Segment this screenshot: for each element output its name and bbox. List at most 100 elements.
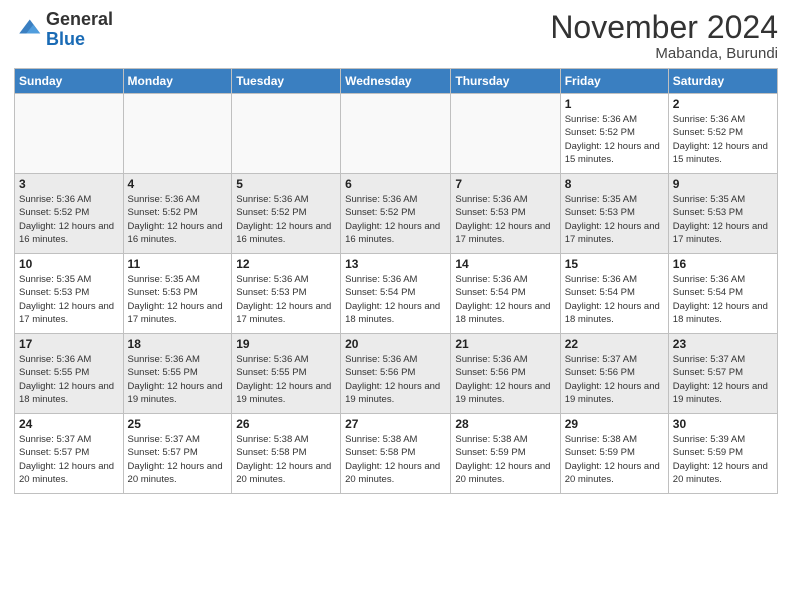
day-info: Sunrise: 5:36 AMSunset: 5:52 PMDaylight:… bbox=[128, 193, 228, 246]
day-number: 8 bbox=[565, 177, 664, 191]
day-number: 30 bbox=[673, 417, 773, 431]
day-info: Sunrise: 5:37 AMSunset: 5:57 PMDaylight:… bbox=[128, 433, 228, 486]
day-info: Sunrise: 5:36 AMSunset: 5:52 PMDaylight:… bbox=[673, 113, 773, 166]
logo-general-text: General bbox=[46, 9, 113, 29]
day-number: 20 bbox=[345, 337, 446, 351]
title-block: November 2024 Mabanda, Burundi bbox=[550, 10, 778, 62]
day-info: Sunrise: 5:36 AMSunset: 5:52 PMDaylight:… bbox=[565, 113, 664, 166]
calendar-cell: 30 Sunrise: 5:39 AMSunset: 5:59 PMDayligh… bbox=[668, 414, 777, 494]
calendar-cell bbox=[232, 94, 341, 174]
day-number: 17 bbox=[19, 337, 119, 351]
day-number: 18 bbox=[128, 337, 228, 351]
calendar-cell: 8 Sunrise: 5:35 AMSunset: 5:53 PMDaylight… bbox=[560, 174, 668, 254]
day-number: 15 bbox=[565, 257, 664, 271]
week-row-2: 3 Sunrise: 5:36 AMSunset: 5:52 PMDaylight… bbox=[15, 174, 778, 254]
day-info: Sunrise: 5:36 AMSunset: 5:54 PMDaylight:… bbox=[455, 273, 555, 326]
calendar-cell: 20 Sunrise: 5:36 AMSunset: 5:56 PMDayligh… bbox=[341, 334, 451, 414]
logo-blue-text: Blue bbox=[46, 29, 85, 49]
day-number: 28 bbox=[455, 417, 555, 431]
calendar-cell: 5 Sunrise: 5:36 AMSunset: 5:52 PMDaylight… bbox=[232, 174, 341, 254]
day-info: Sunrise: 5:36 AMSunset: 5:56 PMDaylight:… bbox=[455, 353, 555, 406]
calendar-cell bbox=[341, 94, 451, 174]
calendar-cell: 21 Sunrise: 5:36 AMSunset: 5:56 PMDayligh… bbox=[451, 334, 560, 414]
calendar-cell bbox=[451, 94, 560, 174]
day-info: Sunrise: 5:39 AMSunset: 5:59 PMDaylight:… bbox=[673, 433, 773, 486]
day-number: 5 bbox=[236, 177, 336, 191]
day-info: Sunrise: 5:38 AMSunset: 5:59 PMDaylight:… bbox=[565, 433, 664, 486]
calendar-table: SundayMondayTuesdayWednesdayThursdayFrid… bbox=[14, 68, 778, 494]
calendar-cell: 9Sunrise: 5:35 AMSunset: 5:53 PMDaylight… bbox=[668, 174, 777, 254]
calendar-cell: 29Sunrise: 5:38 AMSunset: 5:59 PMDayligh… bbox=[560, 414, 668, 494]
day-number: 16 bbox=[673, 257, 773, 271]
day-number: 21 bbox=[455, 337, 555, 351]
day-number: 1 bbox=[565, 97, 664, 111]
week-row-1: 1 Sunrise: 5:36 AMSunset: 5:52 PMDaylight… bbox=[15, 94, 778, 174]
calendar-cell: 26Sunrise: 5:38 AMSunset: 5:58 PMDayligh… bbox=[232, 414, 341, 494]
weekday-header-monday: Monday bbox=[123, 69, 232, 94]
day-number: 23 bbox=[673, 337, 773, 351]
day-info: Sunrise: 5:38 AMSunset: 5:59 PMDaylight:… bbox=[455, 433, 555, 486]
day-info: Sunrise: 5:35 AMSunset: 5:53 PMDaylight:… bbox=[19, 273, 119, 326]
day-number: 7 bbox=[455, 177, 555, 191]
day-info: Sunrise: 5:37 AMSunset: 5:57 PMDaylight:… bbox=[673, 353, 773, 406]
calendar-cell: 6Sunrise: 5:36 AMSunset: 5:52 PMDaylight… bbox=[341, 174, 451, 254]
day-info: Sunrise: 5:38 AMSunset: 5:58 PMDaylight:… bbox=[345, 433, 446, 486]
day-number: 27 bbox=[345, 417, 446, 431]
day-number: 6 bbox=[345, 177, 446, 191]
calendar-cell: 15 Sunrise: 5:36 AMSunset: 5:54 PMDayligh… bbox=[560, 254, 668, 334]
day-info: Sunrise: 5:36 AMSunset: 5:52 PMDaylight:… bbox=[19, 193, 119, 246]
day-number: 13 bbox=[345, 257, 446, 271]
day-info: Sunrise: 5:36 AMSunset: 5:55 PMDaylight:… bbox=[19, 353, 119, 406]
calendar-cell: 1 Sunrise: 5:36 AMSunset: 5:52 PMDaylight… bbox=[560, 94, 668, 174]
location-subtitle: Mabanda, Burundi bbox=[550, 45, 778, 62]
day-number: 24 bbox=[19, 417, 119, 431]
calendar-cell: 19Sunrise: 5:36 AMSunset: 5:55 PMDayligh… bbox=[232, 334, 341, 414]
day-number: 14 bbox=[455, 257, 555, 271]
day-number: 12 bbox=[236, 257, 336, 271]
day-number: 3 bbox=[19, 177, 119, 191]
day-info: Sunrise: 5:36 AMSunset: 5:56 PMDaylight:… bbox=[345, 353, 446, 406]
calendar-cell: 25 Sunrise: 5:37 AMSunset: 5:57 PMDayligh… bbox=[123, 414, 232, 494]
day-number: 22 bbox=[565, 337, 664, 351]
weekday-header-thursday: Thursday bbox=[451, 69, 560, 94]
logo: General Blue bbox=[14, 10, 113, 50]
calendar-cell: 13 Sunrise: 5:36 AMSunset: 5:54 PMDayligh… bbox=[341, 254, 451, 334]
weekday-header-row: SundayMondayTuesdayWednesdayThursdayFrid… bbox=[15, 69, 778, 94]
calendar-cell bbox=[15, 94, 124, 174]
week-row-3: 10 Sunrise: 5:35 AMSunset: 5:53 PMDayligh… bbox=[15, 254, 778, 334]
day-number: 11 bbox=[128, 257, 228, 271]
calendar-cell: 12 Sunrise: 5:36 AMSunset: 5:53 PMDayligh… bbox=[232, 254, 341, 334]
day-info: Sunrise: 5:36 AMSunset: 5:52 PMDaylight:… bbox=[236, 193, 336, 246]
day-info: Sunrise: 5:36 AMSunset: 5:53 PMDaylight:… bbox=[455, 193, 555, 246]
calendar-cell: 17 Sunrise: 5:36 AMSunset: 5:55 PMDayligh… bbox=[15, 334, 124, 414]
page: General Blue November 2024 Mabanda, Buru… bbox=[0, 0, 792, 612]
calendar-cell: 22 Sunrise: 5:37 AMSunset: 5:56 PMDayligh… bbox=[560, 334, 668, 414]
week-row-4: 17 Sunrise: 5:36 AMSunset: 5:55 PMDayligh… bbox=[15, 334, 778, 414]
day-info: Sunrise: 5:36 AMSunset: 5:54 PMDaylight:… bbox=[673, 273, 773, 326]
month-title: November 2024 bbox=[550, 10, 778, 45]
day-info: Sunrise: 5:36 AMSunset: 5:54 PMDaylight:… bbox=[565, 273, 664, 326]
calendar-cell: 14 Sunrise: 5:36 AMSunset: 5:54 PMDayligh… bbox=[451, 254, 560, 334]
day-info: Sunrise: 5:37 AMSunset: 5:57 PMDaylight:… bbox=[19, 433, 119, 486]
header: General Blue November 2024 Mabanda, Buru… bbox=[14, 10, 778, 62]
calendar-cell: 28 Sunrise: 5:38 AMSunset: 5:59 PMDayligh… bbox=[451, 414, 560, 494]
day-info: Sunrise: 5:35 AMSunset: 5:53 PMDaylight:… bbox=[128, 273, 228, 326]
day-number: 26 bbox=[236, 417, 336, 431]
calendar-cell: 24 Sunrise: 5:37 AMSunset: 5:57 PMDayligh… bbox=[15, 414, 124, 494]
calendar-cell: 4 Sunrise: 5:36 AMSunset: 5:52 PMDaylight… bbox=[123, 174, 232, 254]
weekday-header-tuesday: Tuesday bbox=[232, 69, 341, 94]
weekday-header-wednesday: Wednesday bbox=[341, 69, 451, 94]
day-number: 4 bbox=[128, 177, 228, 191]
day-number: 9 bbox=[673, 177, 773, 191]
day-number: 25 bbox=[128, 417, 228, 431]
day-info: Sunrise: 5:36 AMSunset: 5:53 PMDaylight:… bbox=[236, 273, 336, 326]
calendar-cell: 10 Sunrise: 5:35 AMSunset: 5:53 PMDayligh… bbox=[15, 254, 124, 334]
day-number: 10 bbox=[19, 257, 119, 271]
logo-icon bbox=[14, 16, 42, 44]
weekday-header-sunday: Sunday bbox=[15, 69, 124, 94]
day-info: Sunrise: 5:35 AMSunset: 5:53 PMDaylight:… bbox=[565, 193, 664, 246]
day-info: Sunrise: 5:36 AMSunset: 5:54 PMDaylight:… bbox=[345, 273, 446, 326]
calendar-cell bbox=[123, 94, 232, 174]
day-info: Sunrise: 5:37 AMSunset: 5:56 PMDaylight:… bbox=[565, 353, 664, 406]
day-info: Sunrise: 5:36 AMSunset: 5:55 PMDaylight:… bbox=[236, 353, 336, 406]
